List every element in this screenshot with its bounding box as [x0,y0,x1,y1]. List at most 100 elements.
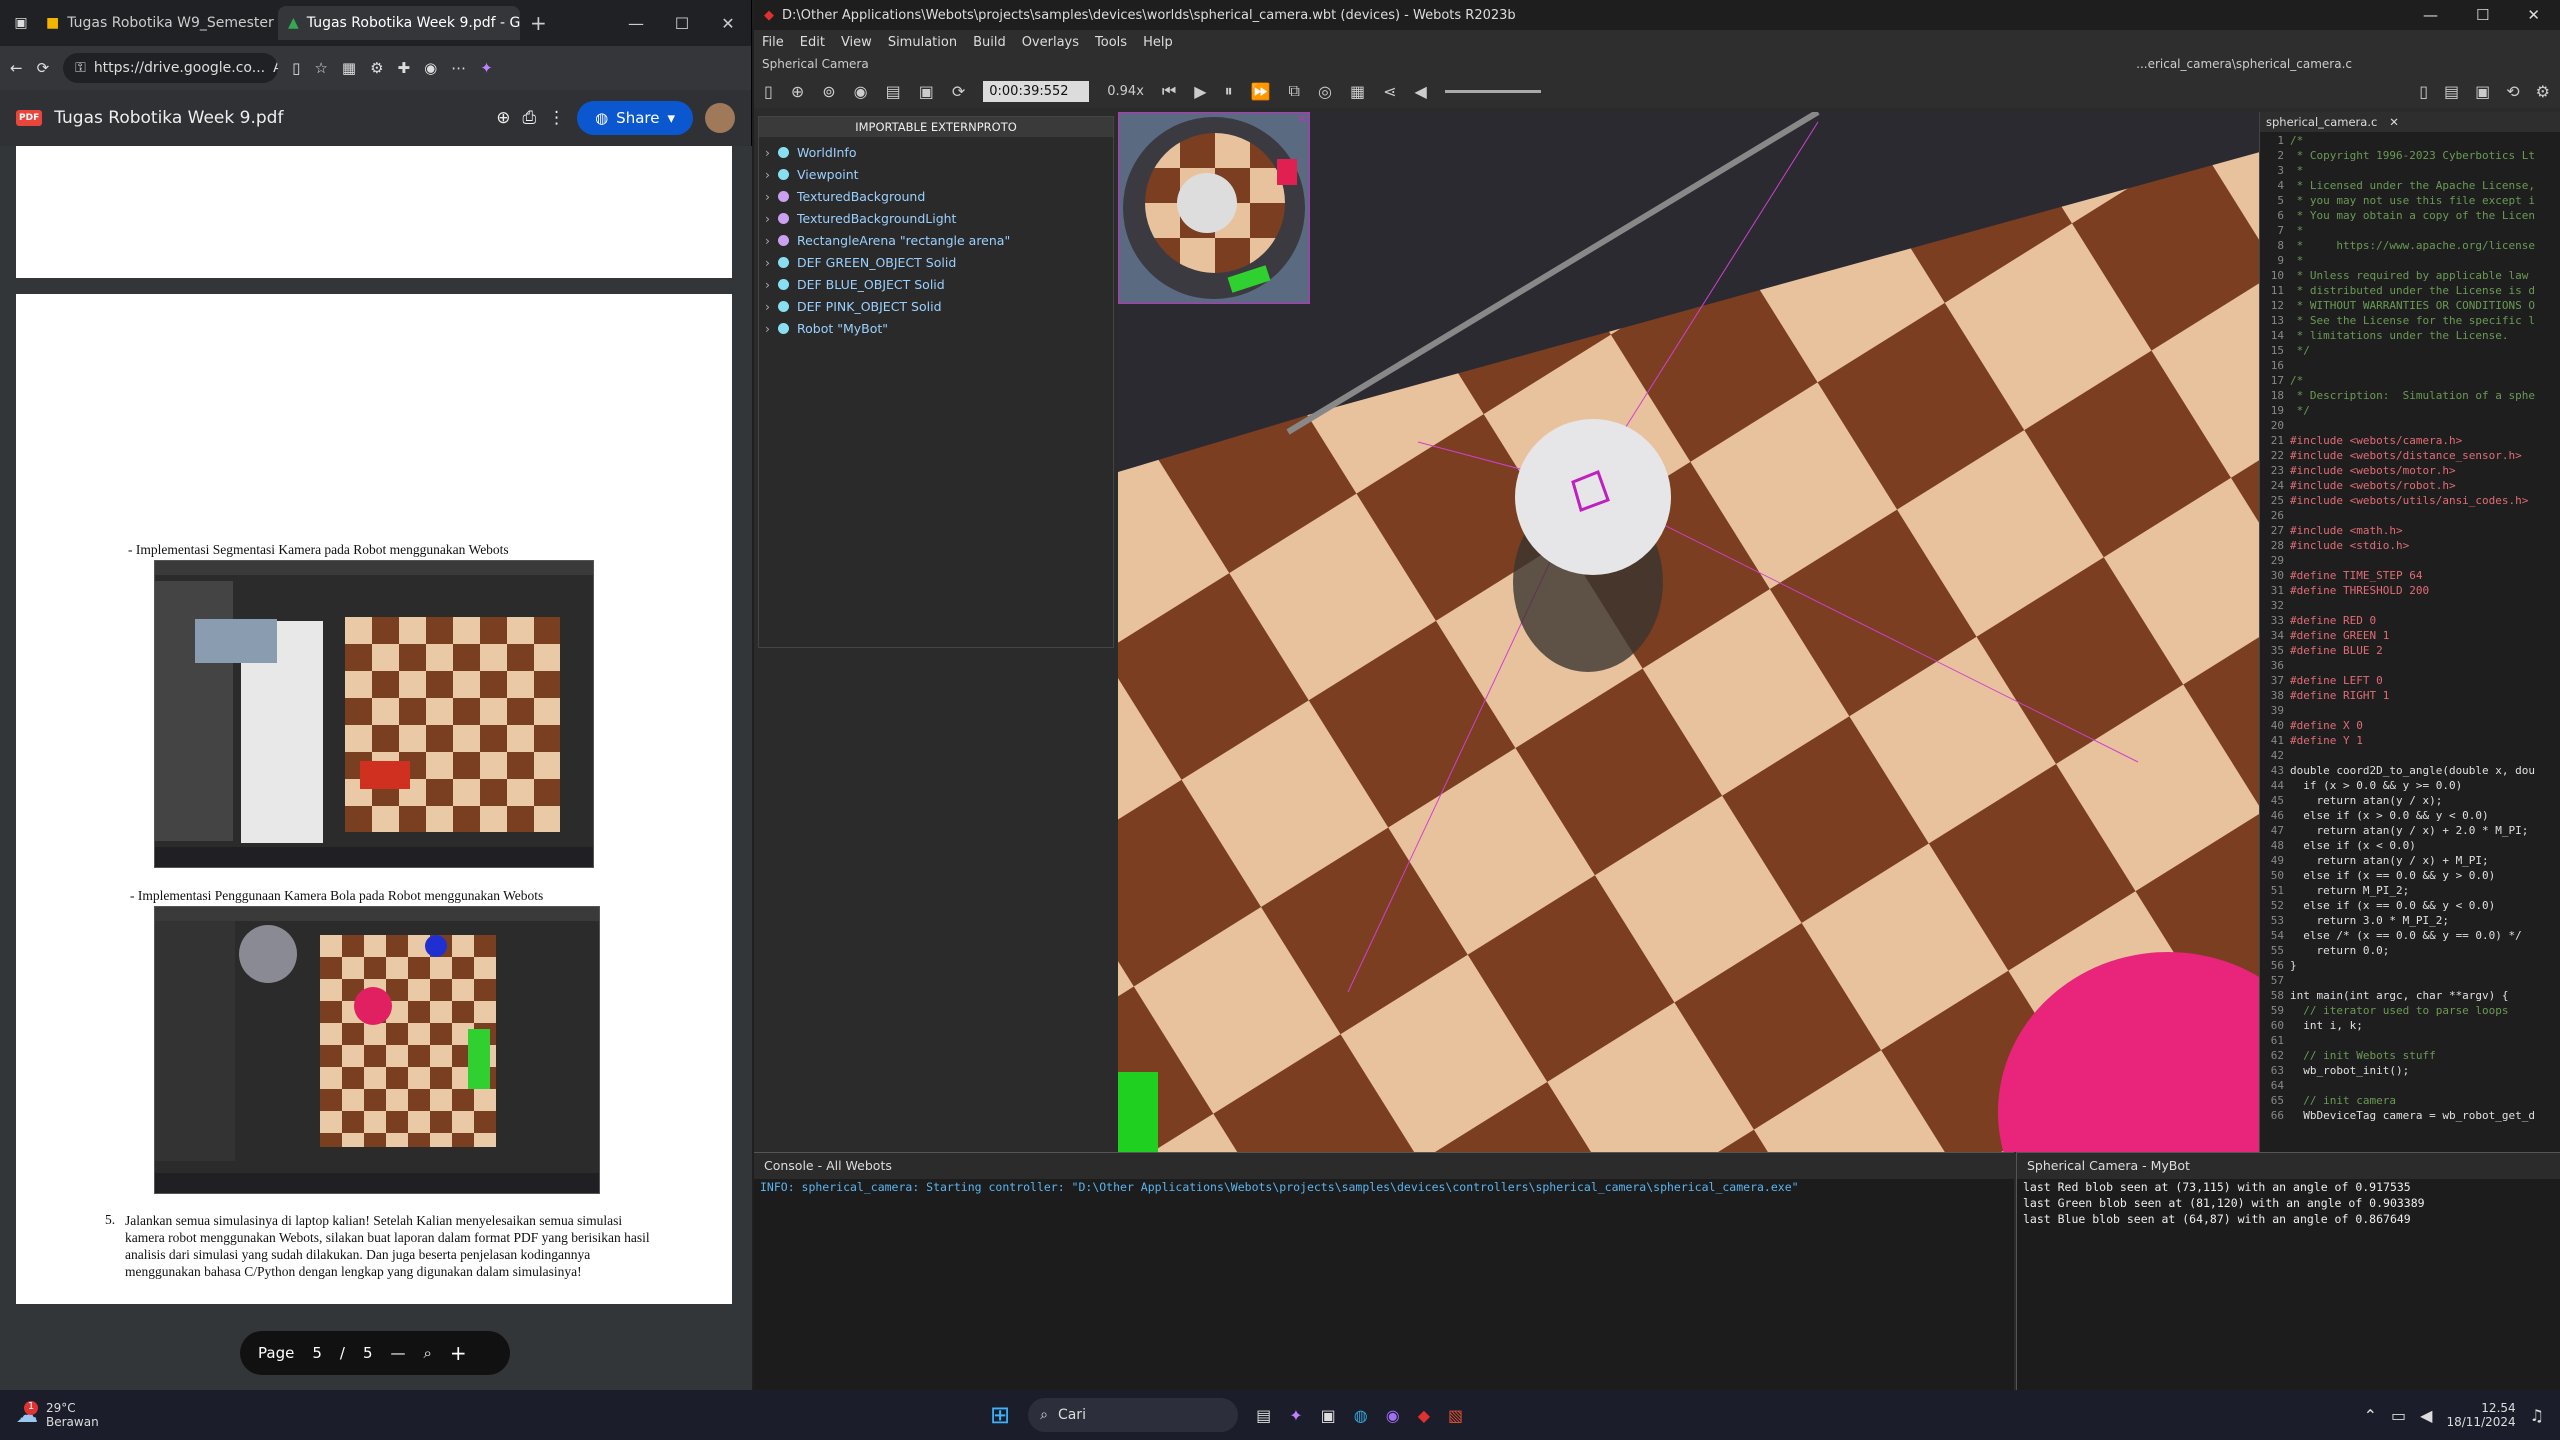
save-file-icon[interactable]: ▣ [2475,82,2490,101]
close-icon[interactable]: ✕ [2527,6,2540,24]
tree-item[interactable]: › TexturedBackground [759,185,1113,207]
menu-tools[interactable]: Tools [1095,35,1127,50]
sound-icon[interactable]: ◀ [1414,82,1426,101]
edge-icon[interactable]: ◍ [1354,1406,1368,1425]
menu-help[interactable]: Help [1143,35,1173,50]
reset-sim-icon[interactable]: ⏮ [1162,81,1176,101]
copilot-icon[interactable]: ✦ [480,59,493,77]
read-aloud-icon[interactable]: A [273,60,278,76]
settings-icon[interactable]: ⚙ [2536,82,2550,101]
expand-arrow-icon[interactable]: › [765,189,770,204]
volume-icon[interactable]: ◀ [2420,1406,2432,1425]
maximize-icon[interactable]: ☐ [2476,6,2489,24]
tab-spreadsheet[interactable]: ■Tugas Robotika W9_Semester Ga✕ [36,6,278,40]
split-icon[interactable]: ▯ [292,59,300,77]
close-overlay-icon[interactable]: ✕ [1298,113,1307,126]
render-icon[interactable]: ⧉ [1289,81,1300,101]
copilot-icon[interactable]: ✦ [1289,1406,1302,1425]
page-number-input[interactable]: 5 [312,1344,322,1362]
notification-bell-icon[interactable]: ♫ [2530,1406,2544,1425]
maximize-icon[interactable]: ☐ [659,14,705,33]
menu-simulation[interactable]: Simulation [888,35,957,50]
new-tab-icon[interactable]: + [520,11,557,35]
tree-item[interactable]: › DEF BLUE_OBJECT Solid [759,273,1113,295]
fast-icon[interactable]: ⏩ [1251,82,1271,101]
editor-tab[interactable]: spherical_camera.c ✕ [2260,112,2560,132]
more-icon[interactable]: ⋯ [451,59,466,77]
zoom-icon[interactable]: ⌕ [423,1344,431,1362]
menu-file[interactable]: File [762,35,784,50]
externproto-button[interactable]: IMPORTABLE EXTERNPROTO [759,117,1113,137]
tree-item[interactable]: › DEF GREEN_OBJECT Solid [759,251,1113,273]
hide-panel-icon[interactable]: ▯ [764,82,773,101]
share-button[interactable]: ◍ Share ▾ [577,101,693,135]
app-icon[interactable]: ◉ [1386,1406,1400,1425]
task-view-icon[interactable]: ▤ [1256,1406,1271,1425]
menu-edit[interactable]: Edit [800,35,825,50]
photos-icon[interactable]: ▣ [1321,1406,1336,1425]
expand-arrow-icon[interactable]: › [765,255,770,270]
puzzle-icon[interactable]: ✚ [398,59,411,77]
open-world-icon[interactable]: ▤ [886,82,901,101]
tree-item[interactable]: › Robot "MyBot" [759,317,1113,339]
back-icon[interactable]: ← [10,59,23,77]
volume-slider[interactable] [1444,89,1541,93]
reset-view-icon[interactable]: ⊚ [822,82,835,101]
open-file-icon[interactable]: ▤ [2444,82,2459,101]
menu-build[interactable]: Build [973,35,1006,50]
movie-icon[interactable]: ▦ [1350,82,1365,101]
more-vert-icon[interactable]: ⋮ [548,108,565,128]
tab-pdf[interactable]: ▲Tugas Robotika Week 9.pdf - Goo✕ [278,6,520,40]
close-tab-icon[interactable]: ✕ [2389,115,2399,129]
eye-icon[interactable]: ◉ [854,82,868,101]
minimize-icon[interactable]: — [2423,6,2438,24]
share-icon[interactable]: ⋖ [1383,82,1396,101]
network-icon[interactable]: ▭ [2391,1406,2406,1425]
close-icon[interactable]: ✕ [705,14,751,33]
collections-icon[interactable]: ▦ [342,59,356,77]
pdf-viewer[interactable]: - Implementasi Segmentasi Kamera pada Ro… [0,146,752,1390]
add-shortcut-icon[interactable]: ⊕ [496,108,510,128]
tree-item[interactable]: › RectangleArena "rectangle arena" [759,229,1113,251]
camera-overlay[interactable]: ✕ [1118,112,1310,304]
expand-arrow-icon[interactable]: › [765,233,770,248]
console-robot[interactable]: Spherical Camera - MyBot last Red blob s… [2016,1152,2560,1390]
save-icon[interactable]: ▣ [919,82,934,101]
pause-icon[interactable]: ⏸ [1225,81,1233,101]
weather-widget[interactable]: ☁ 1 29°C Berawan [0,1401,200,1429]
expand-arrow-icon[interactable]: › [765,299,770,314]
url-field[interactable]: ⚿https://drive.google.co...A☆ [63,53,279,83]
menu-overlays[interactable]: Overlays [1022,35,1079,50]
profile-icon[interactable]: ◉ [424,59,437,77]
avatar[interactable] [705,103,735,133]
tree-item[interactable]: › DEF PINK_OBJECT Solid [759,295,1113,317]
webots-icon[interactable]: ◆ [1418,1406,1430,1425]
reload-icon[interactable]: ⟳ [37,59,50,77]
expand-arrow-icon[interactable]: › [765,167,770,182]
print-icon[interactable]: ⎙ [522,108,536,128]
expand-arrow-icon[interactable]: › [765,211,770,226]
chevron-up-icon[interactable]: ⌃ [2364,1406,2377,1425]
favorites-icon[interactable]: ☆ [314,59,327,77]
tab-actions-icon[interactable]: ▣ [6,15,36,31]
3d-viewport[interactable]: ✕ [1118,112,2260,1152]
presentation-icon[interactable]: ▧ [1448,1406,1463,1425]
expand-arrow-icon[interactable]: › [765,277,770,292]
tree-item[interactable]: › TexturedBackgroundLight [759,207,1113,229]
tree-item[interactable]: › Viewpoint [759,163,1113,185]
expand-arrow-icon[interactable]: › [765,145,770,160]
screenshot-icon[interactable]: ◎ [1318,82,1332,101]
step-icon[interactable]: ▶ [1194,82,1206,101]
search-box[interactable]: ⌕ Cari [1028,1398,1239,1432]
text-editor[interactable]: spherical_camera.c ✕ 1/* 2 * Copyright 199… [2259,112,2560,1152]
zoom-in-icon[interactable]: + [450,1341,467,1365]
extension-icon[interactable]: ⚙ [370,59,383,77]
new-file-icon[interactable]: ▯ [2419,82,2428,101]
zoom-out-icon[interactable]: — [390,1344,405,1362]
minimize-icon[interactable]: — [613,14,659,33]
revert-icon[interactable]: ⟲ [2506,82,2519,101]
console-all-webots[interactable]: Console - All Webots INFO: spherical_cam… [754,1152,2014,1390]
menu-view[interactable]: View [841,35,872,50]
tree-item[interactable]: › WorldInfo [759,141,1113,163]
add-node-icon[interactable]: ⊕ [791,82,804,101]
